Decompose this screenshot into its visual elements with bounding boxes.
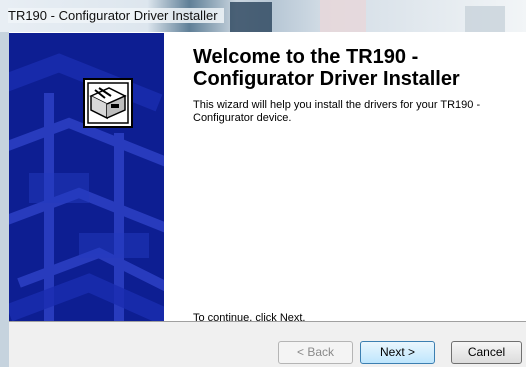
window-title: TR190 - Configurator Driver Installer (8, 8, 224, 23)
cancel-button[interactable]: Cancel (451, 341, 522, 364)
wizard-content: Welcome to the TR190 - Configurator Driv… (164, 33, 526, 324)
installer-window: TR190 - Configurator Driver Installer We… (0, 0, 526, 367)
computer-drive-icon (83, 78, 133, 128)
title-bar[interactable]: TR190 - Configurator Driver Installer (0, 0, 526, 32)
back-button[interactable]: < Back (278, 341, 353, 364)
banner-graphic (9, 53, 164, 321)
button-bar: < Back Next > Cancel (9, 321, 526, 367)
page-description: This wizard will help you install the dr… (193, 99, 481, 124)
page-title: Welcome to the TR190 - Configurator Driv… (193, 46, 460, 90)
window-frame (0, 32, 9, 367)
wizard-banner (9, 33, 164, 321)
next-button[interactable]: Next > (360, 341, 435, 364)
